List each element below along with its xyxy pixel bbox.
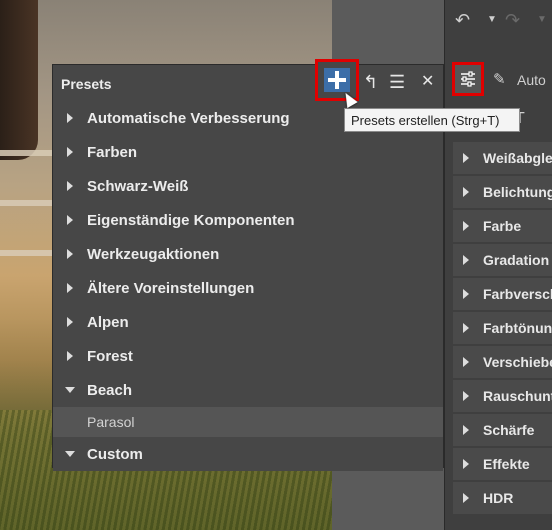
category-label: Farben	[87, 143, 138, 161]
category-label: Forest	[87, 347, 133, 365]
section-label: Schärfe	[483, 422, 535, 438]
section-toning[interactable]: Farbtönung	[453, 312, 552, 344]
horse-silhouette	[0, 0, 38, 160]
menu-icon[interactable]: ☰	[389, 73, 405, 91]
adjustments-panel: ↶ ▼ ↷ ▼ ✎ Auto T Weißabgleich Belichtung…	[444, 0, 552, 530]
chevron-right-icon	[67, 181, 73, 191]
magic-wand-icon[interactable]: ✎	[493, 70, 506, 88]
chevron-right-icon	[463, 221, 469, 231]
preset-category-beach[interactable]: Beach	[53, 373, 443, 407]
section-label: Belichtung	[483, 184, 552, 200]
history-toolbar: ↶ ▼ ↷ ▼	[445, 0, 552, 46]
section-exposure[interactable]: Belichtung	[453, 176, 552, 208]
chevron-down-icon	[65, 387, 75, 393]
auto-button[interactable]: Auto	[517, 72, 546, 88]
section-label: Farbe	[483, 218, 522, 234]
section-label: Farbtönung	[483, 320, 552, 336]
section-color-shift[interactable]: Farbverschiebung	[453, 278, 552, 310]
chevron-right-icon	[463, 357, 469, 367]
category-label: Ältere Voreinstellungen	[87, 279, 255, 297]
section-label: Gradation	[483, 252, 550, 268]
panel-title: Presets	[61, 76, 112, 92]
presets-header: Presets ↰ ☰ ✕	[53, 59, 443, 101]
preset-category-list: Automatische Verbesserung Farben Schwarz…	[53, 101, 443, 471]
preset-category-custom[interactable]: Custom	[53, 437, 443, 471]
chevron-down-icon	[65, 451, 75, 457]
section-noise[interactable]: Rauschunterdrückung	[453, 380, 552, 412]
section-effects[interactable]: Effekte	[453, 448, 552, 480]
preset-category-forest[interactable]: Forest	[53, 339, 443, 373]
reset-icon[interactable]: ↰	[363, 73, 378, 91]
preset-category-components[interactable]: Eigenständige Komponenten	[53, 203, 443, 237]
adjustment-sections: Weißabgleich Belichtung Farbe Gradation …	[453, 142, 552, 516]
chevron-right-icon	[463, 323, 469, 333]
category-label: Werkzeugaktionen	[87, 245, 220, 263]
section-label: Verschieben	[483, 354, 552, 370]
chevron-right-icon	[463, 153, 469, 163]
preset-category-legacy[interactable]: Ältere Voreinstellungen	[53, 271, 443, 305]
redo-icon: ↷	[505, 10, 521, 30]
chevron-right-icon	[463, 289, 469, 299]
preset-category-black-white[interactable]: Schwarz-Weiß	[53, 169, 443, 203]
undo-icon[interactable]: ↶	[455, 10, 470, 31]
preset-category-alpen[interactable]: Alpen	[53, 305, 443, 339]
section-label: Rauschunterdrückung	[483, 388, 552, 404]
add-preset-tooltip: Presets erstellen (Strg+T)	[344, 108, 520, 132]
preset-item-parasol[interactable]: Parasol	[53, 407, 443, 437]
plus-icon	[324, 68, 350, 92]
section-tone-curve[interactable]: Gradation	[453, 244, 552, 276]
category-label: Beach	[87, 381, 133, 399]
chevron-right-icon	[463, 187, 469, 197]
chevron-right-icon	[463, 255, 469, 265]
category-label: Alpen	[87, 313, 129, 331]
chevron-right-icon	[67, 317, 73, 327]
sliders-icon	[461, 71, 475, 87]
section-label: Farbverschiebung	[483, 286, 552, 302]
chevron-right-icon	[67, 283, 73, 293]
chevron-down-icon[interactable]: ▼	[487, 14, 497, 25]
section-label: Weißabgleich	[483, 150, 552, 166]
chevron-right-icon	[463, 493, 469, 503]
preset-category-colors[interactable]: Farben	[53, 135, 443, 169]
chevron-right-icon	[67, 351, 73, 361]
category-label: Eigenständige Komponenten	[87, 211, 295, 229]
chevron-right-icon	[463, 391, 469, 401]
section-color[interactable]: Farbe	[453, 210, 552, 242]
category-label: Custom	[87, 445, 143, 463]
chevron-down-icon: ▼	[537, 14, 547, 25]
category-label: Automatische Verbesserung	[87, 109, 290, 127]
section-label: HDR	[483, 490, 514, 506]
close-icon[interactable]: ✕	[421, 73, 434, 91]
section-transform[interactable]: Verschieben	[453, 346, 552, 378]
section-white-balance[interactable]: Weißabgleich	[453, 142, 552, 174]
chevron-right-icon	[463, 425, 469, 435]
section-hdr[interactable]: HDR	[453, 482, 552, 514]
preset-category-tool-actions[interactable]: Werkzeugaktionen	[53, 237, 443, 271]
chevron-right-icon	[463, 459, 469, 469]
chevron-right-icon	[67, 215, 73, 225]
section-sharpness[interactable]: Schärfe	[453, 414, 552, 446]
adjustments-settings-button[interactable]	[452, 62, 484, 96]
category-label: Schwarz-Weiß	[87, 177, 189, 195]
chevron-right-icon	[67, 249, 73, 259]
chevron-right-icon	[67, 147, 73, 157]
section-label: Effekte	[483, 456, 530, 472]
chevron-right-icon	[67, 113, 73, 123]
